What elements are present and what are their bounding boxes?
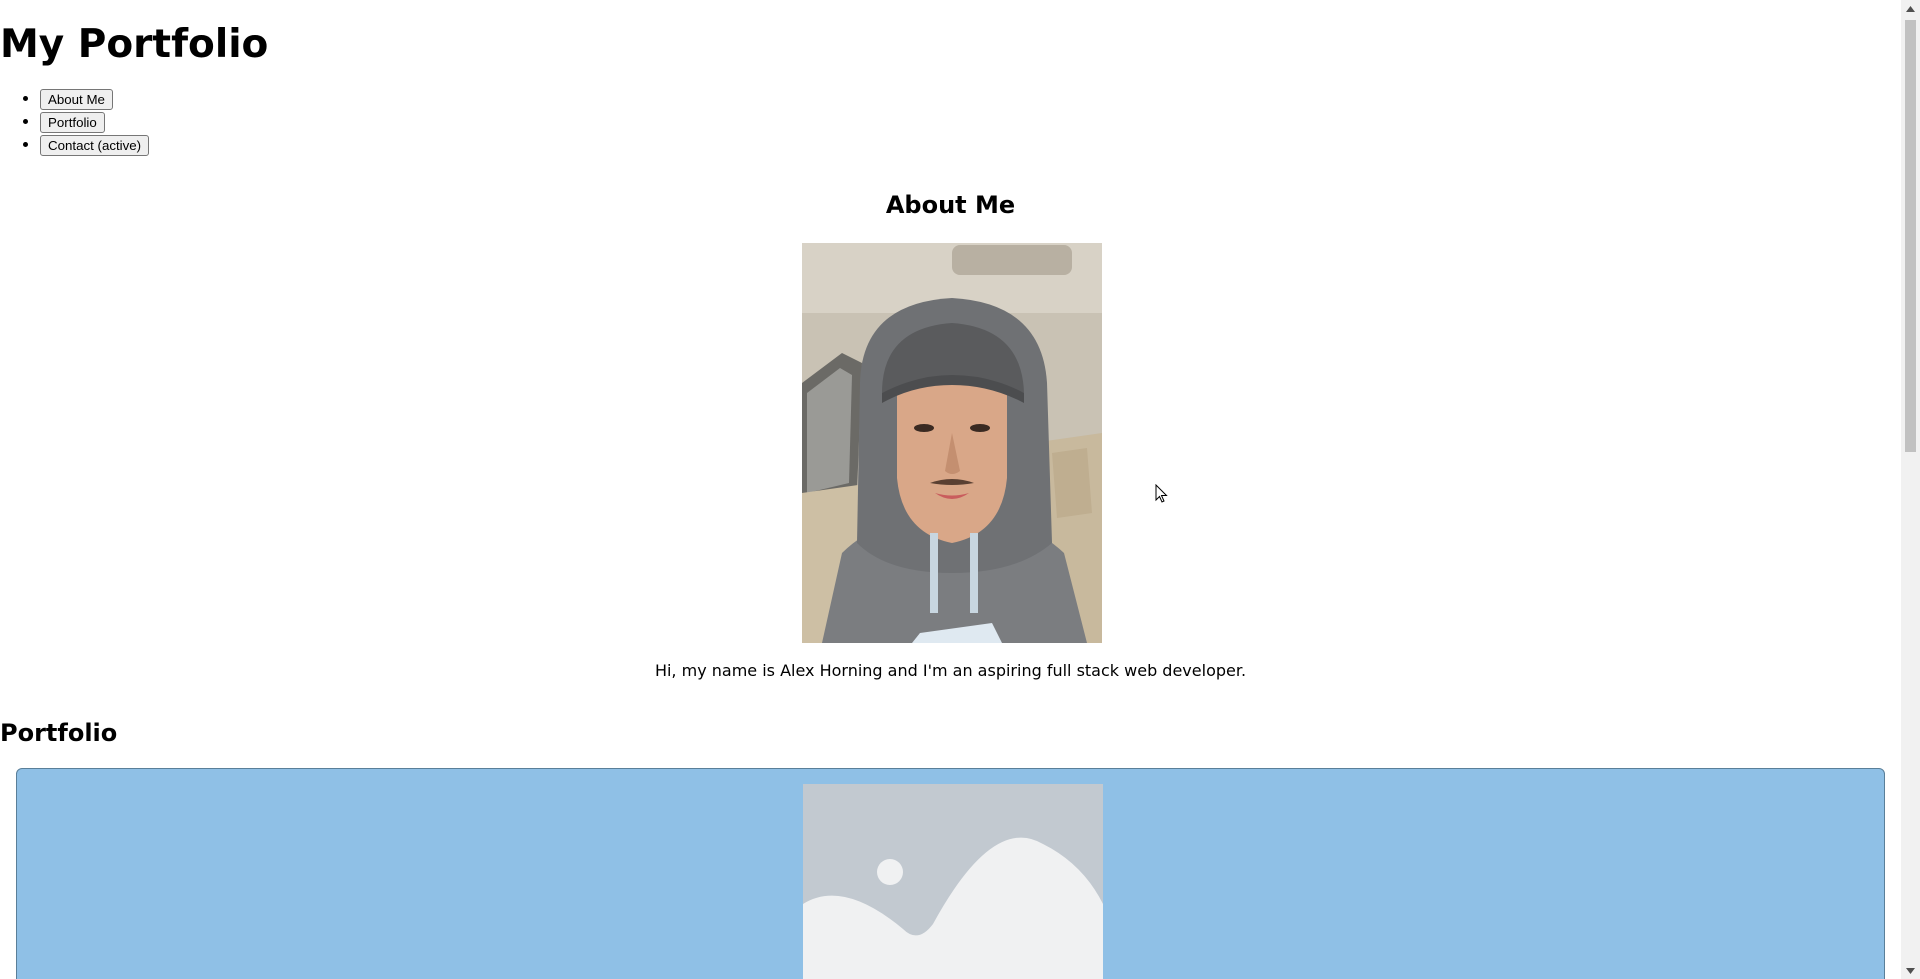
project-card[interactable]: [16, 768, 1885, 979]
vertical-scrollbar[interactable]: [1901, 0, 1920, 979]
about-me-button[interactable]: About Me: [40, 89, 113, 110]
page-title: My Portfolio: [0, 22, 269, 67]
page-viewport: My Portfolio About Me Portfolio Contact …: [0, 0, 1901, 979]
portfolio-button[interactable]: Portfolio: [40, 112, 105, 133]
profile-photo: [802, 243, 1102, 643]
nav-item-portfolio: Portfolio: [40, 110, 149, 133]
portfolio-heading: Portfolio: [0, 719, 118, 747]
bio-text: Hi, my name is Alex Horning and I'm an a…: [654, 661, 1247, 680]
scroll-down-arrow-icon[interactable]: [1901, 962, 1920, 979]
scroll-up-arrow-icon[interactable]: [1901, 0, 1920, 17]
about-heading: About Me: [885, 191, 1016, 219]
nav-list: About Me Portfolio Contact (active): [0, 87, 150, 156]
mouse-cursor-icon: [1155, 483, 1169, 504]
nav-item-about: About Me: [40, 87, 149, 110]
image-placeholder-icon: [803, 784, 1103, 979]
nav-item-contact: Contact (active): [40, 133, 150, 156]
contact-button[interactable]: Contact (active): [40, 135, 150, 156]
scrollbar-thumb[interactable]: [1905, 20, 1916, 452]
